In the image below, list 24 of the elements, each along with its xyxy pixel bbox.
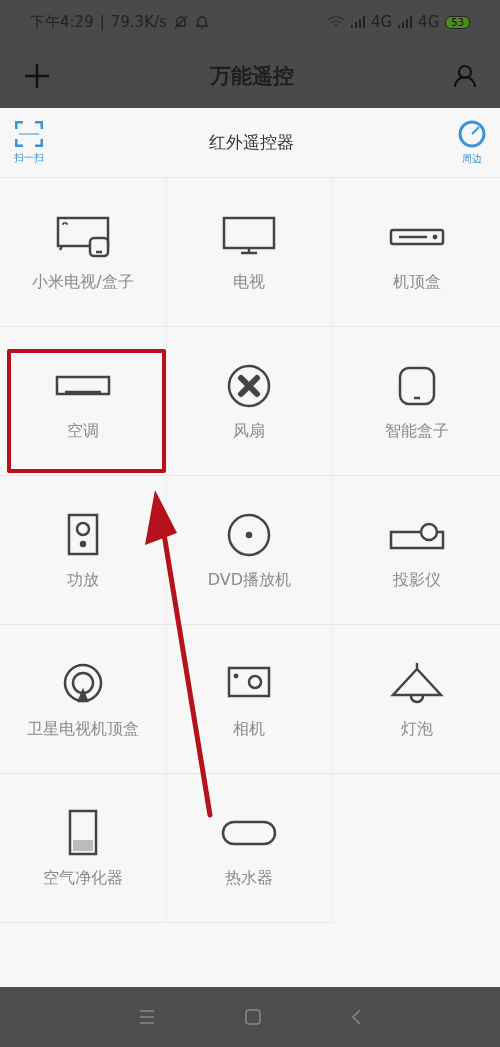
- bell-icon: [194, 14, 209, 30]
- menu-icon[interactable]: [139, 1010, 155, 1024]
- device-tile[interactable]: 功放: [0, 476, 167, 625]
- device-tile[interactable]: 空气净化器: [0, 774, 167, 923]
- device-tile[interactable]: 相机: [166, 625, 334, 774]
- device-tile[interactable]: 卫星电视机顶盒: [0, 625, 167, 774]
- device-tile[interactable]: 空调: [0, 327, 167, 476]
- device-tile[interactable]: 风扇: [166, 327, 334, 476]
- device-tile[interactable]: 电视: [166, 178, 334, 327]
- user-icon[interactable]: [454, 64, 476, 88]
- sheet-title: 红外遥控器: [208, 131, 294, 154]
- device-tile[interactable]: 热水器: [166, 774, 334, 923]
- home-icon[interactable]: [245, 1009, 261, 1025]
- status-separator: |: [99, 13, 105, 31]
- add-icon[interactable]: [24, 63, 50, 89]
- signal-icon: [398, 16, 413, 28]
- scan-button[interactable]: 扫一扫: [14, 120, 44, 165]
- device-tile[interactable]: 小米电视/盒子: [0, 178, 167, 327]
- signal-icon: [350, 16, 365, 28]
- wifi-icon: [326, 15, 345, 29]
- battery-level: 53: [445, 15, 470, 29]
- device-tile[interactable]: DVD播放机: [166, 476, 334, 625]
- bell-off-icon: [172, 14, 189, 30]
- back-icon[interactable]: [351, 1009, 361, 1025]
